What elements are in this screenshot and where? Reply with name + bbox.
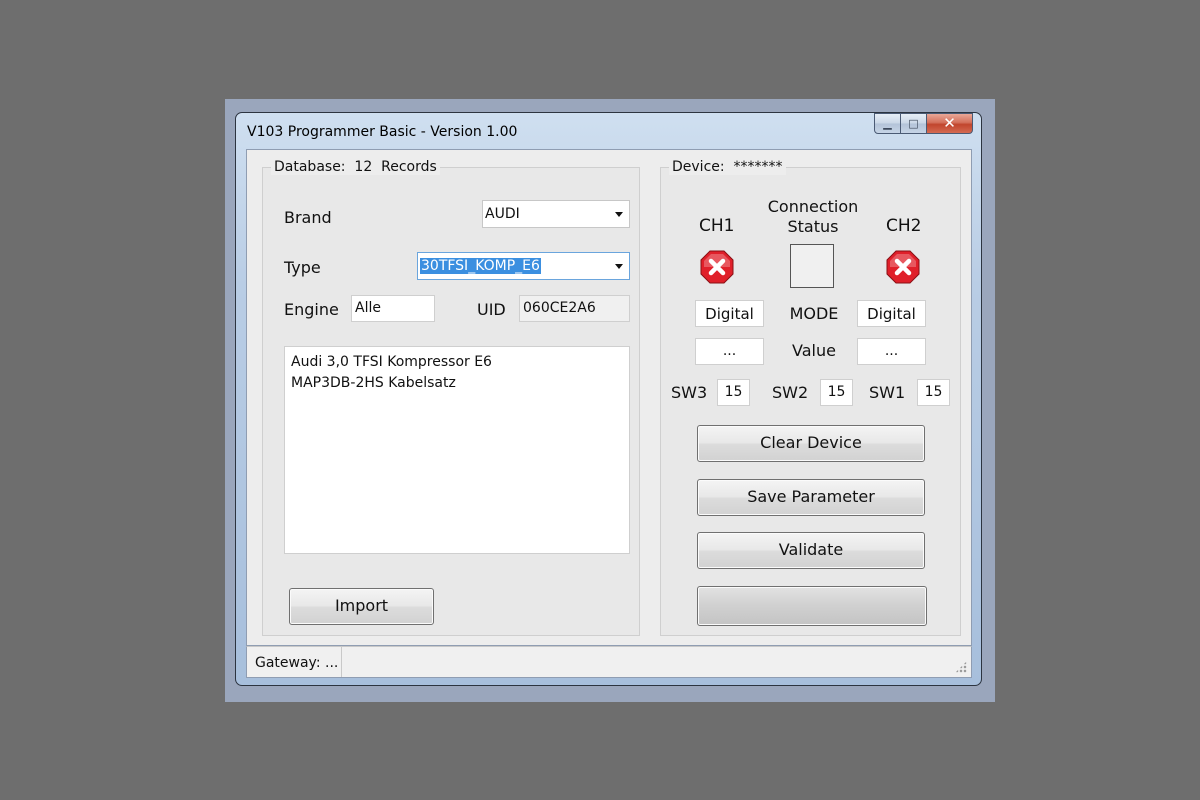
maximize-icon: □	[908, 117, 919, 130]
description-line: Audi 3,0 TFSI Kompressor E6	[291, 354, 492, 370]
uid-label: UID	[477, 300, 506, 319]
status-label: Status	[787, 217, 839, 236]
window-title: V103 Programmer Basic - Version 1.00	[247, 124, 518, 140]
status-bar: Gateway: ...	[246, 646, 972, 678]
clear-device-button[interactable]: Clear Device	[697, 425, 925, 462]
minimize-button[interactable]: ▁	[874, 113, 901, 134]
ch1-label: CH1	[699, 216, 735, 236]
close-button[interactable]: ✕	[927, 113, 973, 134]
uid-field[interactable]: 060CE2A6	[519, 295, 630, 322]
caption-buttons: ▁ □ ✕	[874, 113, 973, 135]
ch2-value-field[interactable]: ...	[857, 338, 926, 365]
import-button[interactable]: Import	[289, 588, 434, 625]
sw3-field[interactable]: 15	[717, 379, 750, 406]
ch2-mode-value: Digital	[867, 305, 916, 323]
ch2-label: CH2	[886, 216, 922, 236]
type-label: Type	[284, 258, 321, 277]
sw2-value: 15	[827, 384, 846, 400]
sw2-label: SW2	[772, 383, 809, 402]
brand-value: AUDI	[485, 206, 520, 222]
database-legend: Database: 12 Records	[271, 159, 440, 175]
sw3-label: SW3	[671, 383, 708, 402]
device-group: Device: ******* CH1 Connection Status CH…	[660, 159, 961, 636]
engine-field[interactable]: Alle	[351, 295, 435, 322]
ch2-mode-field[interactable]: Digital	[857, 300, 926, 327]
progress-bar	[697, 586, 927, 626]
ch1-mode-value: Digital	[705, 305, 754, 323]
maximize-button[interactable]: □	[901, 113, 927, 134]
error-x-icon	[700, 250, 734, 284]
connection-label: Connection	[767, 197, 859, 216]
type-value: 30TFSI_KOMP_E6	[420, 258, 541, 274]
database-group: Database: 12 Records Brand AUDI Type 30T…	[262, 159, 640, 636]
ch2-value: ...	[884, 343, 899, 359]
engine-value: Alle	[355, 300, 381, 316]
sw3-value: 15	[724, 384, 743, 400]
mode-label: MODE	[789, 304, 839, 323]
error-x-icon	[886, 250, 920, 284]
connection-status-indicator	[790, 244, 834, 288]
sw2-field[interactable]: 15	[820, 379, 853, 406]
close-icon: ✕	[943, 114, 956, 132]
sw1-value: 15	[924, 384, 943, 400]
brand-label: Brand	[284, 208, 332, 227]
description-memo[interactable]: Audi 3,0 TFSI Kompressor E6 MAP3DB-2HS K…	[284, 346, 630, 554]
resize-grip-icon[interactable]	[955, 661, 967, 673]
type-select[interactable]: 30TFSI_KOMP_E6	[417, 252, 630, 280]
sw1-field[interactable]: 15	[917, 379, 950, 406]
engine-label: Engine	[284, 300, 339, 319]
gateway-status: Gateway: ...	[247, 647, 342, 677]
device-legend: Device: *******	[669, 159, 786, 175]
ch1-mode-field[interactable]: Digital	[695, 300, 764, 327]
minimize-icon: ▁	[883, 117, 892, 130]
client-area: Database: 12 Records Brand AUDI Type 30T…	[246, 149, 972, 646]
brand-select[interactable]: AUDI	[482, 200, 630, 228]
description-line: MAP3DB-2HS Kabelsatz	[291, 375, 456, 391]
main-window: V103 Programmer Basic - Version 1.00 ▁ □…	[235, 112, 982, 686]
sw1-label: SW1	[869, 383, 906, 402]
chevron-down-icon	[615, 264, 623, 269]
title-bar[interactable]: V103 Programmer Basic - Version 1.00 ▁ □…	[236, 113, 981, 149]
value-label: Value	[792, 341, 836, 360]
save-parameter-button[interactable]: Save Parameter	[697, 479, 925, 516]
chevron-down-icon	[615, 212, 623, 217]
uid-value: 060CE2A6	[523, 300, 596, 316]
validate-button[interactable]: Validate	[697, 532, 925, 569]
ch1-value-field[interactable]: ...	[695, 338, 764, 365]
ch1-value: ...	[722, 343, 737, 359]
